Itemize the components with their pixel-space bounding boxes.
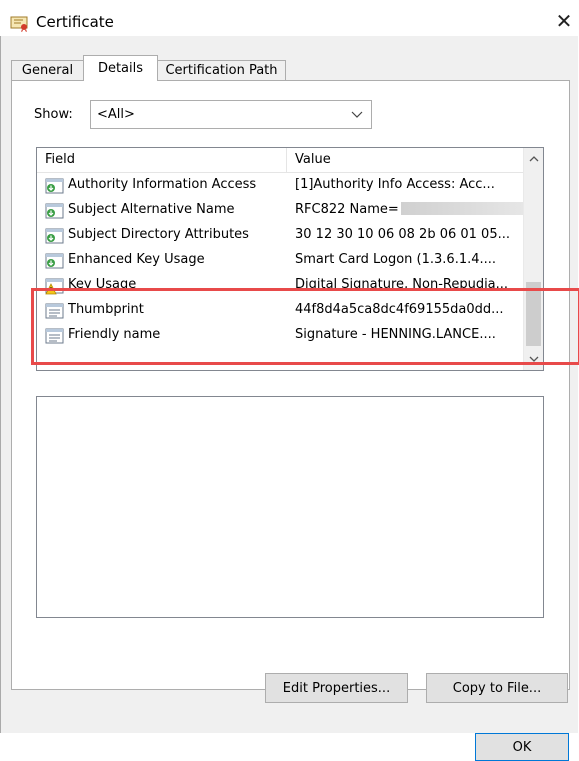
show-selected-value: <All> xyxy=(97,107,135,122)
tab-details[interactable]: Details xyxy=(83,55,158,81)
cert-warning-icon xyxy=(45,278,64,295)
cert-property-icon xyxy=(45,328,64,344)
field-value: 44f8d4a5ca8dc4f69155da0dd... xyxy=(295,302,504,317)
scroll-down-button[interactable] xyxy=(524,348,543,370)
field-name: Enhanced Key Usage xyxy=(68,252,205,267)
show-label: Show: xyxy=(34,107,73,122)
edit-properties-button[interactable]: Edit Properties... xyxy=(265,673,408,703)
redacted-block xyxy=(400,202,523,215)
field-value: RFC822 Name= xyxy=(295,202,523,217)
ok-button[interactable]: OK xyxy=(475,733,569,761)
list-row-friendly-name[interactable]: Friendly name Signature - HENNING.LANCE.… xyxy=(37,324,524,349)
list-row-authority-information-access[interactable]: Authority Information Access [1]Authorit… xyxy=(37,174,524,199)
fields-list[interactable]: Field Value Authority Information Access… xyxy=(36,147,544,371)
cert-extension-icon xyxy=(45,203,64,219)
chevron-down-icon xyxy=(529,356,538,362)
field-value: Signature - HENNING.LANCE.... xyxy=(295,327,496,342)
scroll-thumb[interactable] xyxy=(526,282,541,346)
column-header-value[interactable]: Value xyxy=(287,148,524,172)
field-value: Digital Signature, Non-Repudia... xyxy=(295,277,509,292)
field-name: Thumbprint xyxy=(68,302,144,317)
list-row-thumbprint[interactable]: Thumbprint 44f8d4a5ca8dc4f69155da0dd... xyxy=(37,299,524,324)
field-name: Authority Information Access xyxy=(68,177,257,192)
title-bar: Certificate ✕ xyxy=(0,6,579,36)
tab-general[interactable]: General xyxy=(11,60,84,80)
column-header-field[interactable]: Field xyxy=(37,148,287,172)
certificate-icon xyxy=(10,16,28,32)
tab-certification-path[interactable]: Certification Path xyxy=(157,60,286,80)
scroll-up-button[interactable] xyxy=(524,148,543,170)
close-icon: ✕ xyxy=(555,9,573,33)
cert-extension-icon xyxy=(45,228,64,244)
cert-property-icon xyxy=(45,303,64,319)
field-value: 30 12 30 10 06 08 2b 06 01 05... xyxy=(295,227,510,242)
field-value: Smart Card Logon (1.3.6.1.4.... xyxy=(295,252,497,267)
cert-extension-icon xyxy=(45,178,64,194)
close-button[interactable]: ✕ xyxy=(549,6,579,36)
field-name: Friendly name xyxy=(68,327,161,342)
vertical-scrollbar[interactable] xyxy=(523,148,543,370)
value-detail-box[interactable] xyxy=(36,396,544,618)
details-panel: Show: <All> Field Value Authority Inform… xyxy=(11,80,579,703)
cert-extension-icon xyxy=(45,253,64,269)
list-header: Field Value xyxy=(37,148,524,173)
list-row-key-usage[interactable]: Key Usage Digital Signature, Non-Repudia… xyxy=(37,274,524,299)
chevron-up-icon xyxy=(529,156,538,162)
dialog-body: General Details Certification Path Show:… xyxy=(0,36,579,761)
field-name: Subject Alternative Name xyxy=(68,202,235,217)
copy-to-file-button[interactable]: Copy to File... xyxy=(426,673,568,703)
field-name: Subject Directory Attributes xyxy=(68,227,249,242)
window-title: Certificate xyxy=(36,13,114,31)
list-row-enhanced-key-usage[interactable]: Enhanced Key Usage Smart Card Logon (1.3… xyxy=(37,249,524,274)
list-row-subject-directory-attributes[interactable]: Subject Directory Attributes 30 12 30 10… xyxy=(37,224,524,249)
show-dropdown[interactable]: <All> xyxy=(90,100,372,129)
field-value: [1]Authority Info Access: Acc... xyxy=(295,177,495,192)
list-row-subject-alternative-name[interactable]: Subject Alternative Name RFC822 Name= xyxy=(37,199,524,224)
chevron-down-icon xyxy=(351,111,363,118)
field-name: Key Usage xyxy=(68,277,137,292)
